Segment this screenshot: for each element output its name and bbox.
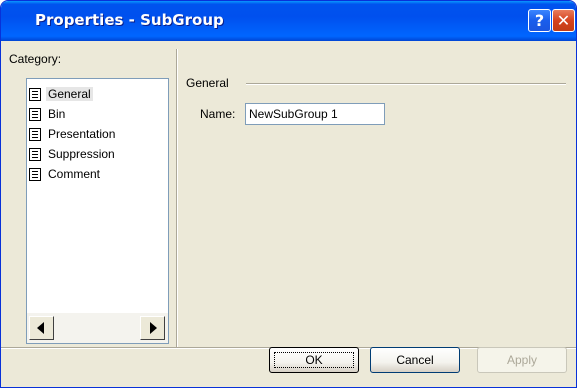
panel-divider [176,49,178,347]
category-item-comment[interactable]: Comment [27,165,168,185]
category-item-bin[interactable]: Bin [27,105,168,125]
ok-button[interactable]: OK [269,347,359,373]
category-item-label: General [46,87,93,101]
help-icon: ? [534,11,545,30]
close-button[interactable]: ✕ [552,9,575,32]
category-item-label: Suppression [48,147,115,161]
horizontal-scrollbar[interactable] [27,313,168,343]
apply-button[interactable]: Apply [477,347,567,373]
scroll-left-icon[interactable] [29,316,54,340]
category-item-label: Comment [48,167,101,181]
category-item-label: Bin [48,107,66,121]
help-button[interactable]: ? [528,9,551,32]
category-list-panel: General Bin Presentation Suppression Com… [26,78,169,344]
group-separator [246,83,566,85]
general-group-label: General [186,76,235,90]
name-input[interactable] [245,103,385,125]
scroll-track[interactable] [55,316,139,340]
category-item-label: Presentation [48,127,116,141]
category-list: General Bin Presentation Suppression Com… [27,79,168,313]
title-bar[interactable]: Properties - SubGroup ? ✕ [1,1,576,41]
window-title: Properties - SubGroup [35,11,224,29]
scroll-right-icon[interactable] [140,316,165,340]
property-page-icon [29,128,41,141]
cancel-button-label: Cancel [396,353,434,367]
close-icon: ✕ [556,11,571,30]
category-item-general[interactable]: General [27,85,168,105]
property-page-icon [29,108,41,121]
property-page-icon [29,148,41,161]
apply-button-label: Apply [506,353,538,367]
cancel-button[interactable]: Cancel [370,347,460,373]
focus-rectangle [274,352,354,368]
property-page-icon [29,88,41,101]
properties-dialog: Properties - SubGroup ? ✕ Category: Gene… [0,0,577,388]
category-item-presentation[interactable]: Presentation [27,125,168,145]
category-label: Category: [9,52,62,66]
name-label: Name: [200,107,236,121]
property-page-icon [29,168,41,181]
category-item-suppression[interactable]: Suppression [27,145,168,165]
